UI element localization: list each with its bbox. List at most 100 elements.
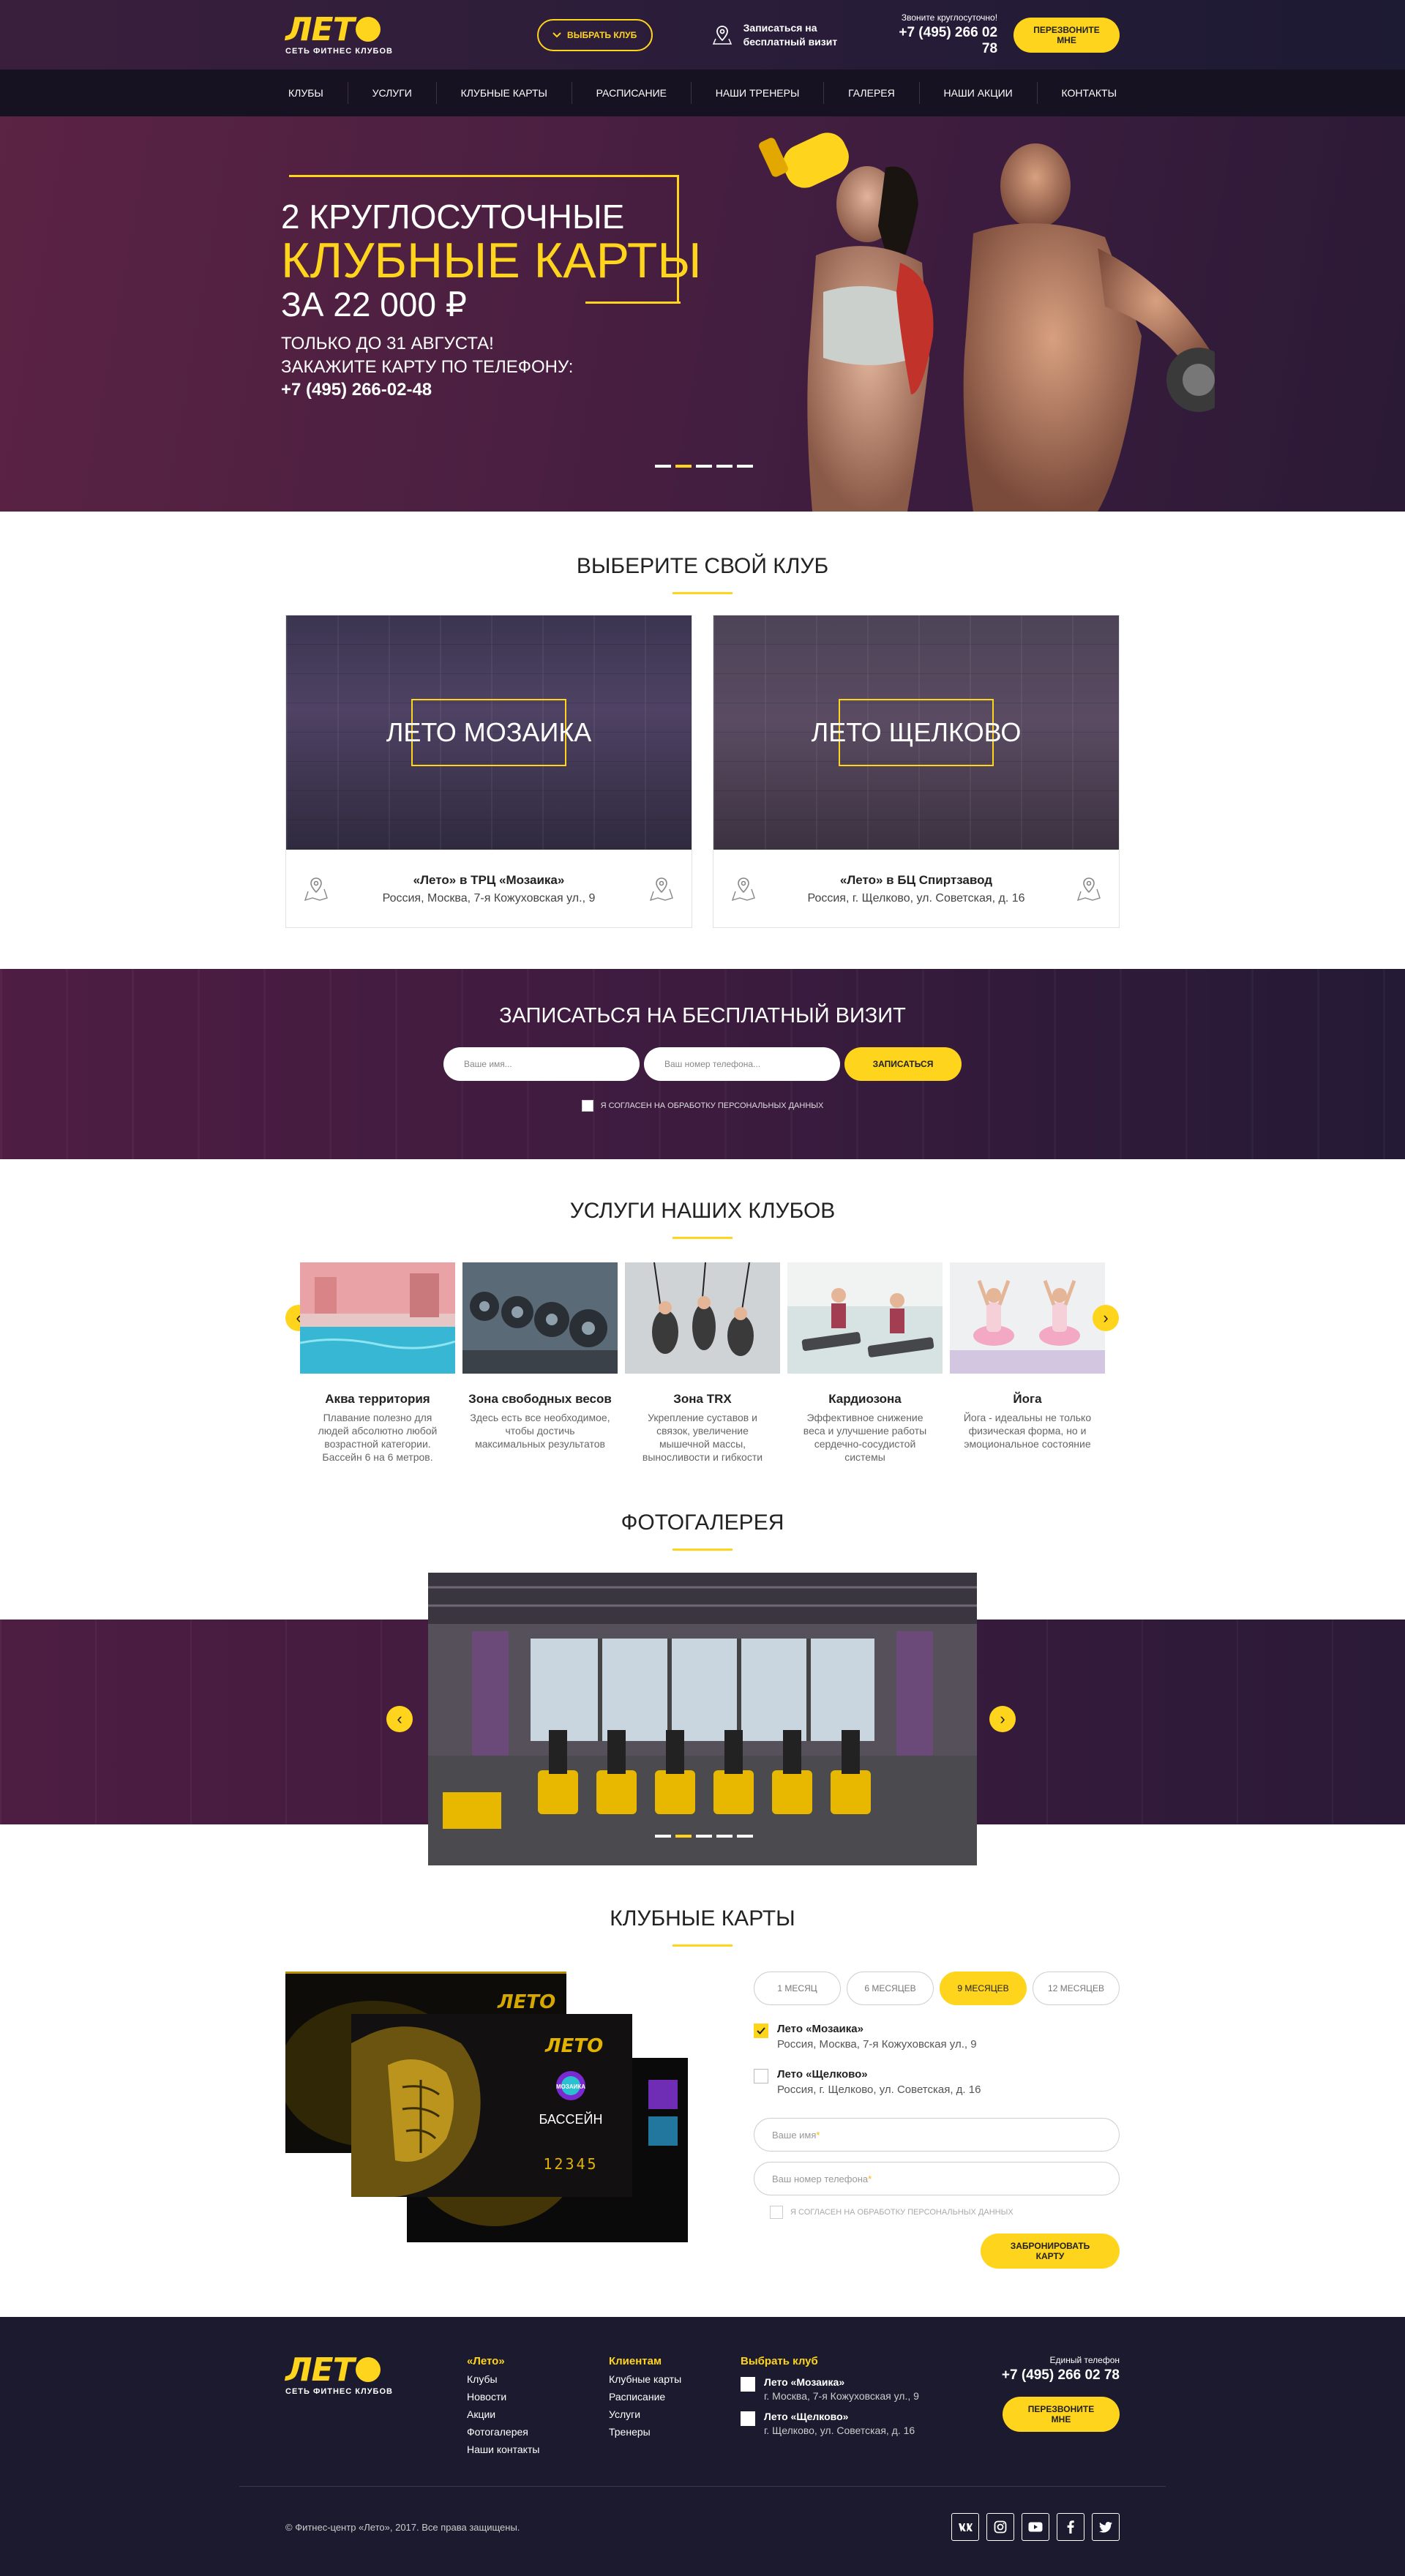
checkbox[interactable]	[741, 2411, 755, 2426]
footer-link[interactable]: Тренеры	[609, 2426, 741, 2438]
logo[interactable]: ЛЕТ СЕТЬ ФИТНЕС КЛУБОВ	[285, 13, 476, 56]
footer-link[interactable]: Наши контакты	[467, 2444, 609, 2455]
map-icon[interactable]	[648, 875, 675, 903]
service-description: Йога - идеальны не только физическая фор…	[963, 1412, 1092, 1450]
service-card-cardio[interactable]: Кардиозона Эффективное снижение веса и у…	[787, 1262, 943, 1464]
twitter-icon[interactable]	[1092, 2513, 1120, 2541]
footer-link[interactable]: Клубные карты	[609, 2373, 741, 2385]
gallery-slider-dot[interactable]	[675, 1835, 692, 1838]
book-card-button[interactable]: ЗАБРОНИРОВАТЬ КАРТУ	[981, 2234, 1120, 2269]
checkbox[interactable]	[741, 2377, 755, 2392]
club-choice-mozaika[interactable]: Лето «Мозаика» Россия, Москва, 7-я Кожух…	[754, 2023, 1120, 2051]
period-tab-1-month[interactable]: 1 МЕСЯЦ	[754, 1972, 841, 2005]
facebook-icon[interactable]	[1057, 2513, 1084, 2541]
footer-logo[interactable]: ЛЕТ СЕТЬ ФИТНЕС КЛУБОВ	[285, 2354, 467, 2455]
callback-button[interactable]: ПЕРЕЗВОНИТЕ МНЕ	[1014, 17, 1120, 53]
service-card-free-weights[interactable]: Зона свободных весов Здесь есть все необ…	[462, 1262, 618, 1450]
nav-item-promos[interactable]: НАШИ АКЦИИ	[940, 87, 1015, 99]
service-card-yoga[interactable]: Йога Йога - идеальны не только физическа…	[950, 1262, 1105, 1450]
vk-icon[interactable]	[951, 2513, 979, 2541]
map-icon[interactable]	[1075, 875, 1103, 903]
footer-phone-number[interactable]: +7 (495) 266 02 78	[1002, 2367, 1120, 2384]
check-icon	[757, 2027, 765, 2034]
youtube-icon[interactable]	[1022, 2513, 1049, 2541]
service-description: Укрепление суставов и связок, увеличение…	[642, 1412, 763, 1463]
checkbox-checked[interactable]	[754, 2023, 768, 2038]
footer-link[interactable]: Услуги	[609, 2408, 741, 2420]
hero-slider-dot[interactable]	[696, 465, 712, 468]
club-name: «Лето» в ТРЦ «Мозаика»	[413, 873, 565, 887]
header-phone-number[interactable]: +7 (495) 266 02 78	[896, 25, 997, 57]
signup-button[interactable]: ЗАПИСАТЬСЯ	[844, 1047, 962, 1081]
logo-word: ЛЕТ	[285, 10, 355, 48]
header-phone-block: Звоните круглосуточно! +7 (495) 266 02 7…	[896, 12, 997, 57]
consent-checkbox[interactable]	[581, 1100, 593, 1112]
footer-link[interactable]: Фотогалерея	[467, 2426, 609, 2438]
footer-link[interactable]: Расписание	[609, 2391, 741, 2403]
gallery-next-button[interactable]: ›	[989, 1706, 1016, 1732]
service-name: Кардиозона	[828, 1392, 902, 1406]
nav-item-schedule[interactable]: РАСПИСАНИЕ	[593, 87, 670, 99]
services-next-button[interactable]: ›	[1093, 1305, 1119, 1331]
nav-item-clubs[interactable]: КЛУБЫ	[285, 87, 326, 99]
footer-club-shchelkovo[interactable]: Лето «Щелково» г. Щелково, ул. Советская…	[741, 2411, 919, 2436]
nav-item-services[interactable]: УСЛУГИ	[370, 87, 415, 99]
instagram-icon[interactable]	[986, 2513, 1014, 2541]
hero-slider-dot[interactable]	[737, 465, 753, 468]
gallery-slider-dot[interactable]	[737, 1835, 753, 1838]
nav-item-club-cards[interactable]: КЛУБНЫЕ КАРТЫ	[458, 87, 550, 99]
footer-link[interactable]: Акции	[467, 2408, 609, 2420]
nav-divider	[690, 82, 692, 104]
name-input[interactable]: Ваше имя...	[443, 1047, 640, 1081]
order-consent-checkbox[interactable]	[770, 2206, 783, 2219]
order-name-input[interactable]: Ваше имя *	[754, 2118, 1120, 2152]
gallery-slider-dot[interactable]	[716, 1835, 733, 1838]
gallery-slider-dot[interactable]	[696, 1835, 712, 1838]
service-photo	[462, 1262, 618, 1374]
gallery-prev-button[interactable]: ‹	[386, 1706, 413, 1732]
hero-slider-dot[interactable]	[675, 465, 692, 468]
period-tab-6-months[interactable]: 6 МЕСЯЦЕВ	[847, 1972, 934, 2005]
checkbox[interactable]	[754, 2069, 768, 2083]
choose-club-button[interactable]: ВЫБРАТЬ КЛУБ	[536, 18, 653, 51]
nav-item-gallery[interactable]: ГАЛЕРЕЯ	[845, 87, 898, 99]
service-card-trx[interactable]: Зона TRX Укрепление суставов и связок, у…	[625, 1262, 780, 1464]
order-phone-input[interactable]: Ваш номер телефона *	[754, 2162, 1120, 2195]
hero-title-line3: ЗА 22 000 ₽	[281, 285, 467, 323]
period-tab-9-months[interactable]: 9 МЕСЯЦЕВ	[940, 1972, 1027, 2005]
footer-column-about: «Лето» Клубы Новости Акции Фотогалерея Н…	[467, 2355, 609, 2455]
card-brand-text: МОЗАИКА	[556, 2083, 585, 2090]
hero-phone[interactable]: +7 (495) 266-02-48	[281, 380, 432, 400]
period-tab-12-months[interactable]: 12 МЕСЯЦЕВ	[1033, 1972, 1120, 2005]
club-card-mozaika[interactable]: ЛЕТО МОЗАИКА «Лето» в ТРЦ «Мозаика» Росс…	[285, 615, 692, 928]
footer-column-title: «Лето»	[467, 2355, 505, 2367]
nav-item-trainers[interactable]: НАШИ ТРЕНЕРЫ	[713, 87, 803, 99]
club-choice-shchelkovo[interactable]: Лето «Щелково» Россия, г. Щелково, ул. С…	[754, 2068, 1120, 2096]
club-cards-image: ЛЕТО ЛЕТО МОЗАИКА БАССЕЙН 12345	[285, 1972, 688, 2242]
service-name: Аква территория	[325, 1392, 430, 1406]
service-card-aqua[interactable]: Аква территория Плавание полезно для люд…	[299, 1262, 456, 1464]
order-phone-placeholder: Ваш номер телефона	[772, 2173, 869, 2184]
footer-club-name: Лето «Мозаика»	[764, 2376, 845, 2388]
footer-callback-button[interactable]: ПЕРЕЗВОНИТЕ МНЕ	[1003, 2397, 1120, 2432]
gallery-slider-dot[interactable]	[655, 1835, 671, 1838]
map-icon	[731, 877, 755, 902]
free-visit-link[interactable]: Записаться на бесплатный визит	[711, 21, 846, 49]
nav-item-contacts[interactable]: КОНТАКТЫ	[1058, 87, 1120, 99]
free-visit-section: ЗАПИСАТЬСЯ НА БЕСПЛАТНЫЙ ВИЗИТ Ваше имя.…	[0, 969, 1405, 1159]
hero-subtitle: ТОЛЬКО ДО 31 АВГУСТА! ЗАКАЖИТЕ КАРТУ ПО …	[281, 332, 573, 379]
footer-link[interactable]: Клубы	[467, 2373, 609, 2385]
hero-slider-dot[interactable]	[716, 465, 733, 468]
club-choice-name: Лето «Щелково»	[777, 2068, 868, 2081]
order-consent-row: Я СОГЛАСЕН НА ОБРАБОТКУ ПЕРСОНАЛЬНЫХ ДАН…	[770, 2206, 1120, 2219]
phone-input[interactable]: Ваш номер телефона...	[644, 1047, 840, 1081]
footer-column-choose-club: Выбрать клуб Лето «Мозаика» г. Москва, 7…	[741, 2355, 919, 2455]
hero-title-line2: КЛУБНЫЕ КАРТЫ	[281, 233, 702, 288]
card-back-logo-text: ЛЕТО	[497, 1991, 555, 2013]
footer-link[interactable]: Новости	[467, 2391, 609, 2403]
hero-slider-dot[interactable]	[655, 465, 671, 468]
footer-club-name: Лето «Щелково»	[764, 2411, 849, 2422]
club-card-shchelkovo[interactable]: ЛЕТО ЩЕЛКОВО «Лето» в БЦ Спиртзавод Росс…	[713, 615, 1120, 928]
services-section: УСЛУГИ НАШИХ КЛУБОВ ‹ Аква территория Пл…	[0, 1159, 1405, 1478]
footer-club-mozaika[interactable]: Лето «Мозаика» г. Москва, 7-я Кожуховска…	[741, 2376, 919, 2402]
